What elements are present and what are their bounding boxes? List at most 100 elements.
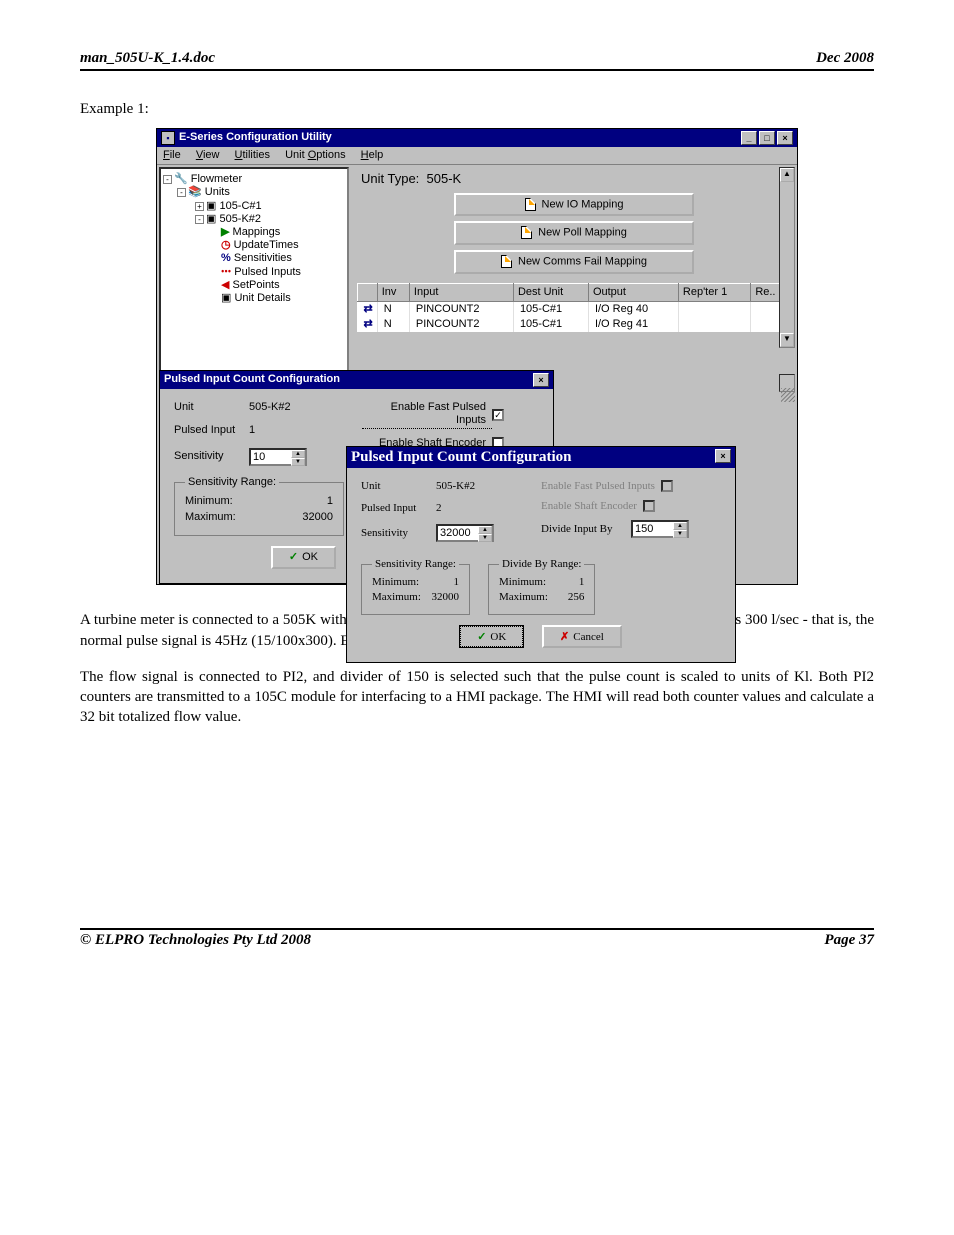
resize-grip-icon[interactable] [781,388,795,402]
range-legend: Divide By Range: [499,558,584,570]
menu-unit-options[interactable]: Unit Options [285,149,346,161]
sensitivity-range-group: Sensitivity Range: Minimum:1 Maximum:320… [174,476,344,537]
setpoint-icon: ◀ [221,279,229,291]
expander-icon[interactable]: - [163,175,172,184]
menu-utilities[interactable]: Utilities [235,149,270,161]
sensitivity-label: Sensitivity [174,450,249,463]
unit-value: 505-K#2 [249,401,309,414]
unit-label: Unit [361,480,436,492]
doc-header-left: man_505U-K_1.4.doc [80,50,215,67]
unit-label: Unit [174,401,249,414]
divide-input[interactable] [633,522,673,536]
pulsed-input-dialog-2: Pulsed Input Count Configuration × Unit5… [346,446,736,663]
check-icon: ✓ [477,631,486,643]
col-repeater[interactable]: Rep'ter 1 [678,283,750,301]
col-dest[interactable]: Dest Unit [513,283,588,301]
menubar: File View Utilities Unit Options Help [157,147,797,165]
table-row[interactable]: ⇄ N PINCOUNT2 105-C#1 I/O Reg 41 [358,317,791,332]
tree-105c[interactable]: 105-C#1 [219,200,261,212]
enable-fast-checkbox[interactable]: ✓ [492,409,504,421]
tree-mappings[interactable]: Mappings [233,226,281,238]
sensitivity-input[interactable] [251,450,291,464]
tree-root[interactable]: Flowmeter [191,173,242,185]
new-poll-mapping-button[interactable]: New Poll Mapping [454,221,694,245]
dialog-title: Pulsed Input Count Configuration [351,449,571,466]
enable-shaft-label: Enable Shaft Encoder [541,500,643,512]
expander-icon[interactable]: - [177,188,186,197]
divide-spinner[interactable]: ▲▼ [631,520,689,538]
col-output[interactable]: Output [588,283,678,301]
range-legend: Sensitivity Range: [372,558,459,570]
dialog-title: Pulsed Input Count Configuration [164,373,340,387]
minimize-button[interactable]: _ [741,131,757,145]
divide-range-group: Divide By Range: Minimum:1 Maximum:256 [488,558,595,615]
cancel-button[interactable]: ✗Cancel [542,625,622,648]
tree-units[interactable]: Units [205,186,230,198]
enable-fast-label: Enable Fast Pulsed Inputs [541,480,661,492]
close-icon[interactable]: × [715,449,731,463]
unit-type-label: Unit Type: [361,171,419,186]
document-icon [501,255,512,268]
document-icon [525,198,536,211]
pulsed-input-label: Pulsed Input [174,424,249,437]
enable-fast-checkbox [661,480,673,492]
tree-sensitivities[interactable]: Sensitivities [234,252,292,264]
ok-button[interactable]: ✓OK [271,546,336,569]
max-value: 32000 [302,511,333,524]
enable-shaft-checkbox [643,500,655,512]
tree-pulsed[interactable]: Pulsed Inputs [234,266,301,278]
pulse-icon: ꞏꞏꞏ [221,266,231,278]
app-icon: ▪ [161,131,175,145]
check-icon: ✓ [289,551,298,563]
unit-type-value: 505-K [427,171,462,186]
clock-icon: ◷ [221,239,231,251]
range-legend: Sensitivity Range: [185,476,279,489]
arrow-icon: ▶ [221,226,229,238]
document-icon [521,226,532,239]
new-io-mapping-button[interactable]: New IO Mapping [454,193,694,217]
vertical-scrollbar[interactable]: ▲▼ [779,167,795,348]
dialog-titlebar[interactable]: Pulsed Input Count Configuration × [160,371,553,389]
percent-icon: % [221,252,231,264]
expander-icon[interactable]: + [195,202,204,211]
body-paragraph-2: The flow signal is connected to PI2, and… [80,667,874,728]
pulsed-input-label: Pulsed Input [361,502,436,514]
right-pane: Unit Type: 505-K New IO Mapping New Poll… [351,165,797,374]
sensitivity-spinner[interactable]: ▲▼ [249,448,307,466]
maximize-button[interactable]: □ [759,131,775,145]
enable-fast-label: Enable Fast Pulsed Inputs [362,401,492,428]
menu-view[interactable]: View [196,149,220,161]
col-input[interactable]: Input [409,283,513,301]
max-label: Maximum: [185,511,236,524]
footer-right: Page 37 [824,932,874,949]
x-icon: ✗ [560,631,569,643]
new-comms-fail-button[interactable]: New Comms Fail Mapping [454,250,694,274]
pulsed-input-value: 2 [436,502,496,514]
menu-file[interactable]: File [163,149,181,161]
mapping-table[interactable]: Inv Input Dest Unit Output Rep'ter 1 Re.… [357,283,791,333]
window-title: E-Series Configuration Utility [179,131,332,144]
menu-help[interactable]: Help [361,149,384,161]
table-row[interactable]: ⇄ N PINCOUNT2 105-C#1 I/O Reg 40 [358,301,791,317]
unit-value: 505-K#2 [436,480,496,492]
footer-left: © ELPRO Technologies Pty Ltd 2008 [80,932,311,949]
window-titlebar[interactable]: ▪ E-Series Configuration Utility _ □ × [157,129,797,147]
ok-button[interactable]: ✓OK [460,626,523,647]
sensitivity-input[interactable] [438,526,478,540]
min-value: 1 [327,495,333,508]
sensitivity-spinner[interactable]: ▲▼ [436,524,494,542]
tree-505k[interactable]: 505-K#2 [219,213,261,225]
tree-setpoints[interactable]: SetPoints [233,279,280,291]
dialog-titlebar[interactable]: Pulsed Input Count Configuration × [347,447,735,468]
tree-pane[interactable]: -🔧 Flowmeter -📚 Units +▣ 105-C#1 -▣ 505-… [159,167,349,372]
tree-updatetimes[interactable]: UpdateTimes [234,239,299,251]
close-icon[interactable]: × [533,373,549,387]
sensitivity-label: Sensitivity [361,527,436,539]
expander-icon[interactable]: - [195,215,204,224]
tree-unitdetails[interactable]: Unit Details [234,292,290,304]
pulsed-input-value: 1 [249,424,309,437]
close-button[interactable]: × [777,131,793,145]
doc-header-right: Dec 2008 [816,50,874,67]
col-inv[interactable]: Inv [377,283,409,301]
example-label: Example 1: [80,101,874,118]
